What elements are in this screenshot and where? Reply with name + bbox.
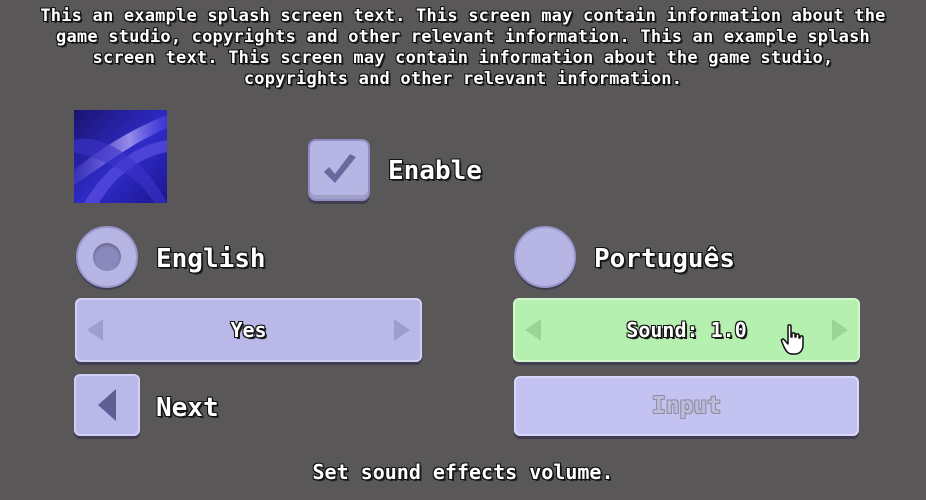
radio-selected-dot (93, 243, 121, 271)
splash-text: This an example splash screen text. This… (40, 6, 886, 89)
radio-english[interactable] (76, 226, 138, 288)
radio-portugues-label: Português (594, 244, 735, 274)
enable-checkbox[interactable] (308, 139, 370, 201)
radio-english-label: English (156, 244, 266, 274)
enable-label: Enable (388, 156, 482, 186)
sound-spinner[interactable]: Sound: 1.0 (513, 298, 860, 362)
check-icon (324, 154, 356, 183)
radio-portugues[interactable] (514, 226, 576, 288)
image-thumbnail (74, 110, 167, 203)
back-arrow-icon (98, 389, 116, 421)
back-button[interactable] (74, 374, 140, 436)
yes-spinner[interactable]: Yes (75, 298, 422, 362)
next-label: Next (156, 393, 219, 423)
sound-spinner-value: Sound: 1.0 (626, 318, 747, 342)
hand-cursor-icon (780, 324, 804, 355)
arrow-right-icon[interactable] (832, 319, 848, 341)
input-button-label: Input (651, 393, 722, 419)
input-button[interactable]: Input (514, 376, 859, 436)
arrow-right-icon[interactable] (394, 319, 410, 341)
yes-spinner-value: Yes (230, 318, 267, 342)
help-text: Set sound effects volume. (312, 460, 614, 484)
